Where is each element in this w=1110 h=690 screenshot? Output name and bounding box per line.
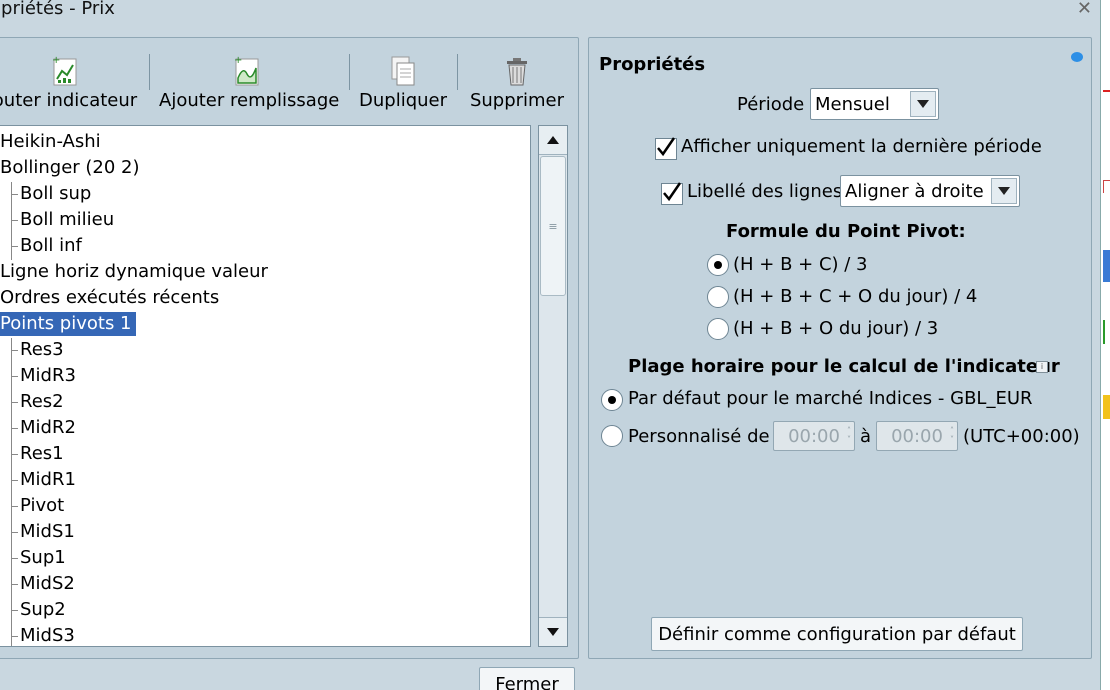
period-select-value: Mensuel [815, 93, 890, 115]
checkmark-icon [663, 182, 682, 202]
delete-button[interactable]: Supprimer [467, 48, 567, 111]
default-market-radio[interactable] [601, 389, 623, 411]
spinner-arrows-icon[interactable]: ˄ ˅ [847, 426, 851, 444]
tree-item[interactable]: MidR2 [11, 416, 76, 442]
duplicate-button[interactable]: Dupliquer [359, 48, 447, 111]
close-button-label: Fermer [495, 674, 559, 690]
formula-option-label: (H + B + C + O du jour) / 4 [733, 286, 978, 307]
timezone-label: (UTC+00:00) [963, 426, 1080, 447]
triangle-up-icon [547, 136, 559, 144]
tree-item[interactable]: Ligne horiz dynamique valeur [0, 260, 268, 284]
indicator-list-panel: + outer indicateur + Ajouter remplissage [0, 37, 579, 659]
formula-option-label: (H + B + O du jour) / 3 [733, 318, 939, 339]
pivot-formula-heading: Formule du Point Pivot: [726, 221, 966, 242]
last-period-only-checkbox[interactable] [655, 137, 677, 160]
default-market-label: Par défaut pour le marché Indices - GBL_… [628, 388, 1033, 409]
tree-item[interactable]: Res2 [11, 390, 64, 416]
tree-item[interactable]: MidR1 [11, 468, 76, 494]
custom-to-label: à [860, 426, 872, 447]
close-button[interactable]: Fermer [479, 667, 575, 690]
close-icon[interactable]: ✕ [1077, 0, 1092, 19]
window-title: opriétés - Prix [0, 0, 115, 19]
scroll-down-button[interactable] [539, 617, 567, 646]
period-label: Période [737, 94, 805, 115]
tree-item-selected[interactable]: Points pivots 1 [0, 312, 136, 336]
properties-heading: Propriétés [599, 54, 706, 75]
formula-option-radio[interactable] [707, 318, 729, 340]
tree-item[interactable]: Sup2 [11, 598, 66, 624]
title-bar: opriétés - Prix ✕ [0, 0, 1100, 22]
chevron-down-icon [910, 91, 936, 117]
custom-from-time-value: 00:00 [788, 425, 840, 447]
tree-item[interactable]: Res1 [11, 442, 64, 468]
properties-panel: Propriétés Période Mensuel Afficher uniq… [588, 37, 1092, 659]
line-labels-select[interactable]: Aligner à droite [840, 175, 1020, 207]
tree-item[interactable]: Pivot [10, 494, 64, 520]
tree-item[interactable]: Boll inf [11, 234, 82, 260]
time-range-heading: Plage horaire pour le calcul de l'indica… [628, 356, 1060, 377]
custom-range-label: Personnalisé de [628, 426, 770, 447]
period-select[interactable]: Mensuel [810, 88, 939, 120]
toolbar-separator [349, 54, 350, 90]
help-bubble-icon[interactable] [1071, 52, 1083, 62]
tree-item[interactable]: Bollinger (20 2) [0, 156, 140, 180]
trash-icon [507, 58, 527, 86]
formula-option-radio[interactable] [707, 286, 729, 308]
duplicate-label: Dupliquer [359, 90, 448, 111]
tree-item[interactable]: MidS1 [11, 520, 75, 546]
toolbar: + outer indicateur + Ajouter remplissage [0, 48, 578, 128]
add-indicator-button[interactable]: + outer indicateur [0, 48, 139, 111]
svg-text:+: + [234, 55, 242, 66]
line-labels-select-value: Aligner à droite [845, 180, 984, 202]
tree-item[interactable]: MidS2 [11, 572, 75, 598]
background-chart-strip [1100, 0, 1110, 690]
custom-range-radio[interactable] [601, 425, 623, 447]
add-indicator-label: outer indicateur [0, 90, 138, 111]
toolbar-separator [149, 54, 150, 90]
tree-item[interactable]: Boll milieu [10, 208, 114, 234]
set-default-button-label: Définir comme configuration par défaut [658, 623, 1016, 645]
tree-item[interactable]: MidR3 [11, 364, 76, 390]
chart-green-mark-icon [1103, 320, 1110, 344]
custom-from-time-input[interactable]: 00:00 ˄ ˅ [773, 421, 855, 451]
tree-scrollbar[interactable]: ≡ [538, 125, 568, 647]
info-icon[interactable]: i [1036, 361, 1048, 373]
toolbar-separator [457, 54, 458, 90]
delete-label: Supprimer [469, 90, 565, 111]
tree-item[interactable]: Boll sup [10, 182, 91, 208]
spinner-arrows-icon[interactable]: ˄ ˅ [950, 426, 954, 444]
tree-item[interactable]: MidS3 [11, 624, 75, 646]
formula-option-radio[interactable] [707, 254, 729, 276]
last-period-only-label: Afficher uniquement la dernière période [681, 136, 1042, 157]
add-indicator-icon: + [52, 55, 77, 86]
triangle-down-icon [547, 628, 559, 636]
indicator-tree: Heikin-Ashi Bollinger (20 2) Boll sup Bo… [0, 125, 531, 647]
duplicate-icon [391, 56, 415, 86]
tree-item[interactable]: Ordres exécutés récents [0, 286, 219, 310]
add-fill-label: Ajouter remplissage [159, 90, 340, 111]
set-default-button[interactable]: Définir comme configuration par défaut [651, 617, 1023, 651]
checkmark-icon [657, 137, 676, 157]
scroll-thumb[interactable]: ≡ [540, 156, 566, 296]
formula-option-label: (H + B + C) / 3 [733, 254, 868, 275]
chart-yellow-label-icon [1103, 395, 1110, 419]
add-fill-button[interactable]: + Ajouter remplissage [159, 48, 339, 111]
chart-red-mark-icon [1103, 90, 1110, 92]
properties-dialog: opriétés - Prix ✕ + outer indicateur + A… [0, 0, 1110, 690]
tree-item[interactable]: Res3 [11, 338, 64, 364]
chart-blue-tab-icon [1103, 250, 1110, 282]
chevron-down-icon [991, 178, 1017, 204]
tree-item[interactable]: Sup1 [11, 546, 66, 572]
custom-to-time-input[interactable]: 00:00 ˄ ˅ [876, 421, 958, 451]
line-labels-checkbox[interactable] [661, 182, 683, 205]
scroll-up-button[interactable] [539, 126, 567, 155]
tree-item[interactable]: Heikin-Ashi [0, 130, 101, 154]
add-fill-icon: + [234, 55, 259, 86]
chart-line-mark-icon [1103, 180, 1110, 193]
svg-text:+: + [52, 55, 60, 66]
custom-to-time-value: 00:00 [891, 425, 943, 447]
line-labels-label: Libellé des lignes [687, 181, 843, 202]
